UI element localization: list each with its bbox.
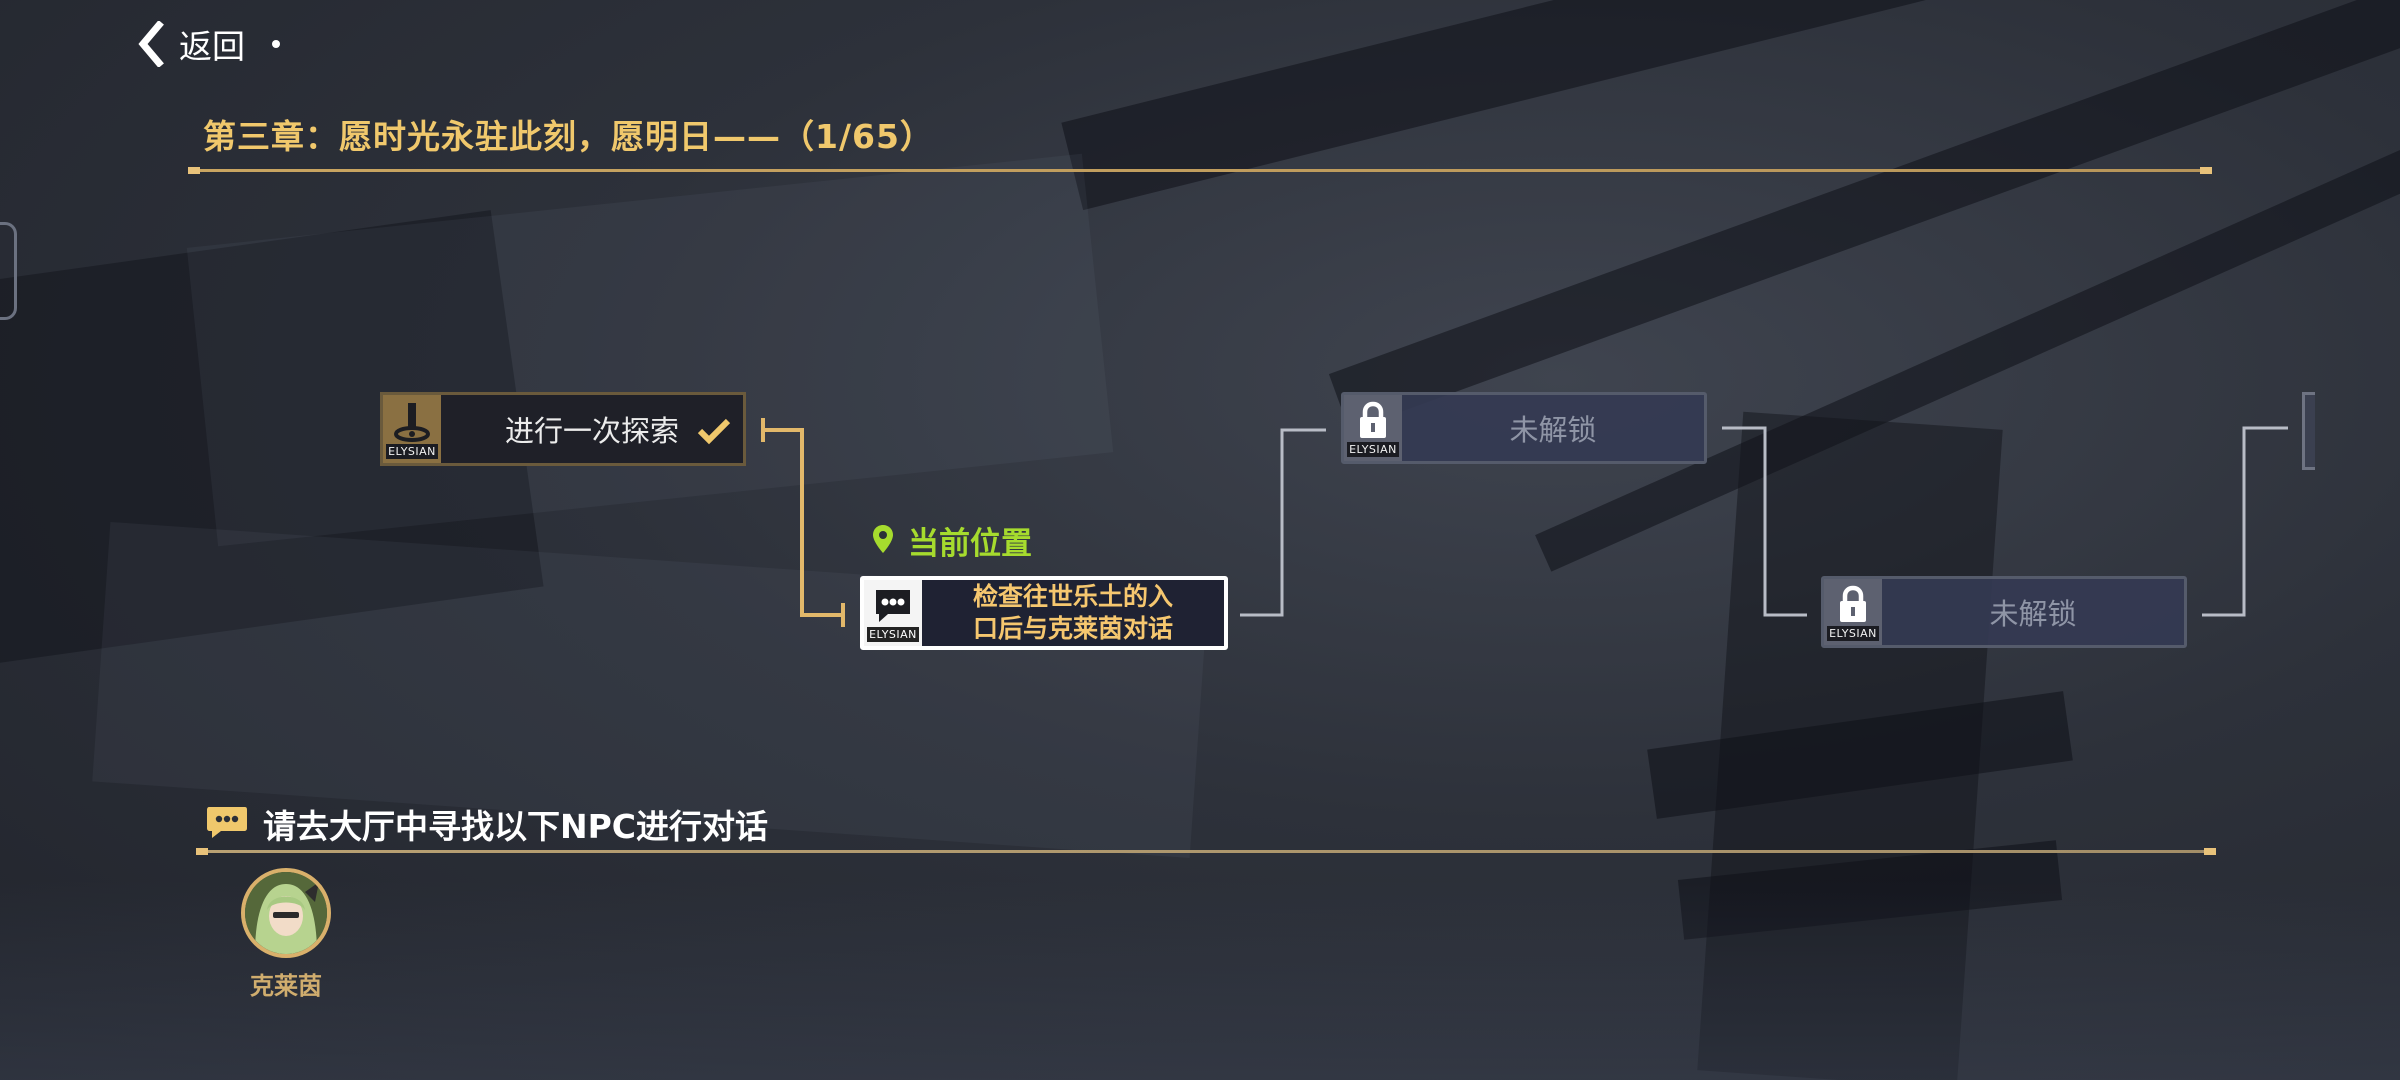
- quest-node-locked-1[interactable]: ELYSIAN 未解锁: [1341, 392, 1707, 464]
- chat-bubble-icon: [872, 586, 914, 630]
- divider-cap-left: [196, 848, 208, 855]
- divider-cap-right: [2204, 848, 2216, 855]
- avatar: [241, 868, 331, 958]
- node-label: 未解锁: [1509, 413, 1597, 447]
- connector-gray-2: [1722, 426, 1807, 617]
- checkmark-icon: [697, 417, 731, 449]
- connector-gold: [761, 418, 845, 627]
- node-icon-box: ELYSIAN: [864, 580, 922, 646]
- divider-cap-left: [188, 167, 200, 174]
- offscreen-node-peek: [2302, 392, 2315, 470]
- location-pin-icon: [872, 524, 894, 558]
- npc-heading-label: 请去大厅中寻找以下NPC进行对话: [263, 807, 769, 846]
- npc-item[interactable]: 克莱茵: [238, 868, 334, 1001]
- node-label-line-1: 检查往世乐土的入: [972, 582, 1173, 611]
- back-button[interactable]: 返回: [135, 20, 245, 68]
- npc-divider: [196, 850, 2216, 853]
- quest-node-locked-2[interactable]: ELYSIAN 未解锁: [1821, 576, 2187, 648]
- speech-bubble-icon: [205, 804, 249, 844]
- back-label: 返回: [179, 27, 245, 66]
- title-divider: [188, 169, 2212, 172]
- node-icon-box: ELYSIAN: [1344, 395, 1402, 461]
- decorative-dot: [272, 40, 280, 48]
- npc-section-heading: 请去大厅中寻找以下NPC进行对话: [205, 800, 768, 848]
- node-icon-box: ELYSIAN: [1824, 579, 1882, 645]
- quest-connectors: [761, 418, 2288, 627]
- quest-node-completed[interactable]: ELYSIAN 进行一次探索: [380, 392, 746, 466]
- npc-name: 克莱茵: [250, 972, 322, 1000]
- divider-cap-right: [2200, 167, 2212, 174]
- side-drawer-handle[interactable]: [0, 222, 17, 320]
- current-position-label: 当前位置: [908, 526, 1032, 562]
- current-position-marker: 当前位置: [872, 518, 1032, 563]
- node-icon-box: ELYSIAN: [383, 395, 441, 463]
- connector-gray-3: [2202, 426, 2288, 617]
- chapter-title: 第三章：愿时光永驻此刻，愿明日——（1/65）: [203, 117, 934, 156]
- background-art: [0, 0, 2400, 1080]
- lock-icon: [1357, 401, 1389, 445]
- exclamation-icon: [392, 401, 432, 449]
- node-label: 检查往世乐土的入 口后与克莱茵对话: [922, 580, 1224, 646]
- node-tag: ELYSIAN: [386, 444, 438, 459]
- node-tag: ELYSIAN: [867, 627, 919, 642]
- node-label: 未解锁: [1989, 597, 2077, 631]
- connector-gray-1: [1240, 428, 1326, 617]
- chevron-left-icon: [135, 21, 165, 67]
- node-label-line-2: 口后与克莱茵对话: [972, 614, 1173, 643]
- lock-icon: [1837, 585, 1869, 629]
- node-tag: ELYSIAN: [1827, 626, 1879, 641]
- quest-node-current[interactable]: ELYSIAN 检查往世乐土的入 口后与克莱茵对话: [860, 576, 1228, 650]
- node-tag: ELYSIAN: [1347, 442, 1399, 457]
